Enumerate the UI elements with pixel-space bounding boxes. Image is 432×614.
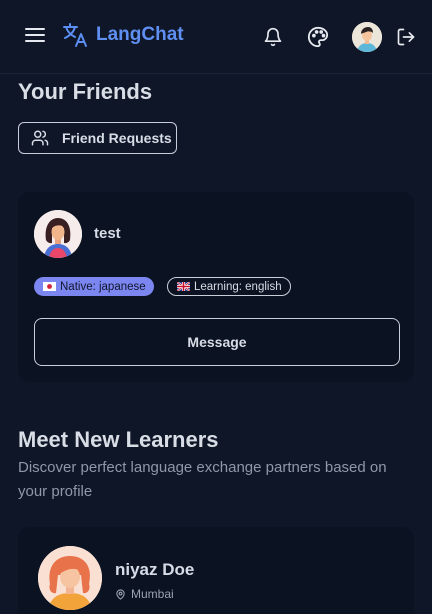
friends-title: Your Friends [18,79,153,104]
learning-language-badge: Learning: english [167,277,291,296]
japan-flag-icon [43,282,56,291]
learners-title: Meet New Learners [18,427,219,452]
friend-requests-label: Friend Requests [62,130,172,146]
navbar-right [261,22,418,52]
learner-card: niyaz Doe Mumbai [18,527,414,614]
learner-location-label: Mumbai [131,587,174,601]
navbar: LangChat [0,0,432,74]
friend-name: test [94,225,121,242]
friend-card: test Native: japanese Learning: english … [18,192,414,382]
palette-icon[interactable] [306,25,330,49]
navbar-left: LangChat [24,22,184,48]
translate-icon [62,22,90,48]
native-language-label: Native: japanese [60,280,146,293]
message-button[interactable]: Message [34,318,400,366]
user-avatar[interactable] [352,22,382,52]
native-language-badge: Native: japanese [34,277,154,296]
map-pin-icon [115,588,126,600]
brand-link[interactable]: LangChat [62,22,184,48]
bell-icon[interactable] [261,25,285,49]
logout-icon[interactable] [394,25,418,49]
learning-language-label: Learning: english [194,280,282,293]
brand-name: LangChat [96,24,184,45]
friend-avatar [34,210,82,258]
friend-requests-button[interactable]: Friend Requests [18,122,177,154]
uk-flag-icon [176,281,191,292]
menu-icon[interactable] [24,24,46,46]
learner-avatar [38,546,102,610]
learner-location: Mumbai [115,587,174,601]
learner-name: niyaz Doe [115,560,195,579]
learners-subtitle: Discover perfect language exchange partn… [18,459,387,500]
users-icon [31,129,49,147]
